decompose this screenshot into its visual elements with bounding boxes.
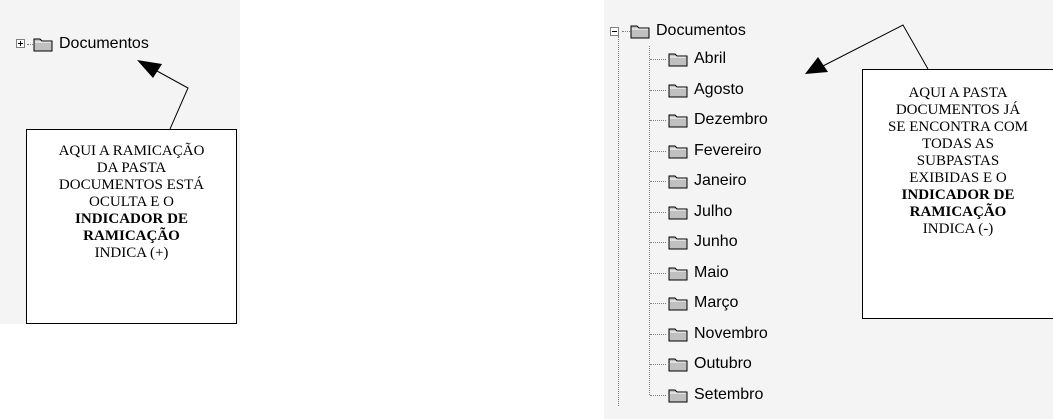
arrowhead-left-icon: [137, 60, 162, 78]
callout-arrows: [137, 24, 929, 130]
arrow-right-line: [820, 24, 929, 70]
arrow-left-line: [156, 70, 189, 130]
